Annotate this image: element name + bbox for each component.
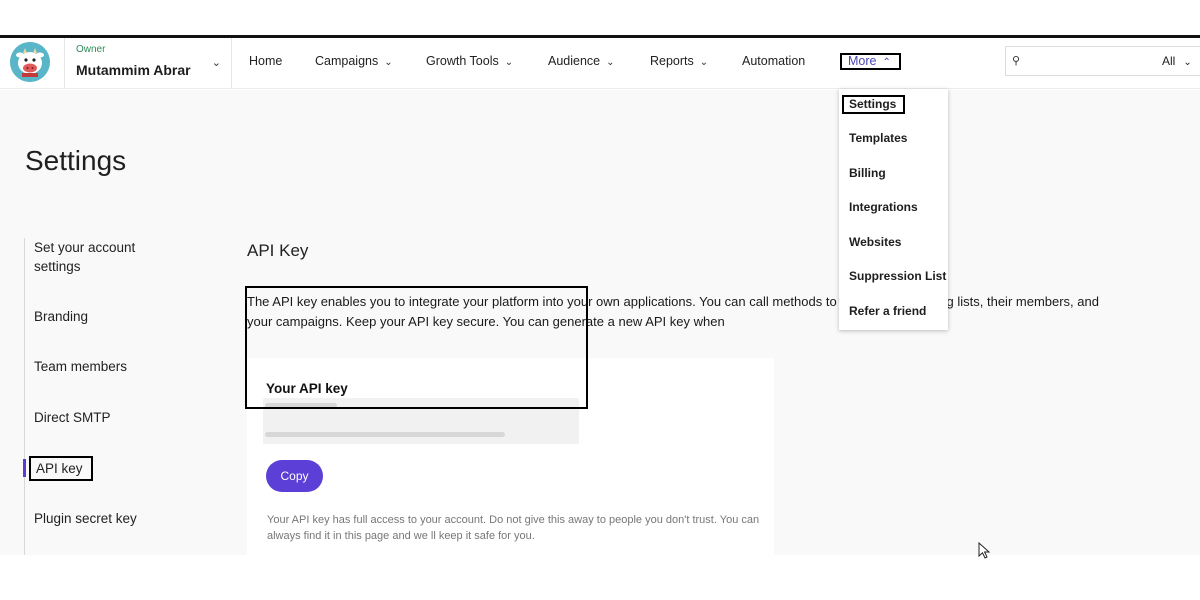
menu-item-billing[interactable]: Billing [849, 166, 886, 180]
mouse-cursor-icon [978, 542, 991, 559]
sidebar-item-account-settings[interactable]: Set your account settings [34, 238, 164, 276]
account-name: Mutammim Abrar [76, 62, 191, 78]
chevron-down-icon: ⌄ [384, 57, 393, 68]
search-box: ⚲ All ⌄ [1005, 46, 1200, 76]
chevron-down-icon: ⌄ [699, 57, 709, 68]
nav-more[interactable]: More ⌃ [848, 54, 891, 68]
more-dropdown-menu: Settings Templates Billing Integrations … [839, 89, 948, 330]
page-title: Settings [25, 145, 127, 176]
nav-automation[interactable]: Automation [742, 54, 805, 68]
chevron-down-icon: ⌄ [606, 57, 615, 68]
nav-home[interactable]: Home [249, 54, 282, 68]
chevron-down-icon: ⌄ [504, 57, 514, 68]
menu-item-templates[interactable]: Templates [849, 131, 907, 145]
nav-campaigns-label: Campaigns [315, 54, 379, 68]
app-window: Owner Mutammim Abrar ⌄ Home Campaigns ⌄ G… [0, 0, 1200, 600]
nav-audience[interactable]: Audience ⌄ [548, 54, 615, 68]
nav-more-label: More [848, 54, 877, 68]
menu-item-websites[interactable]: Websites [849, 235, 901, 249]
api-key-highlight [245, 286, 588, 409]
menu-item-suppression-list[interactable]: Suppression List [849, 269, 946, 283]
nav-growth-tools[interactable]: Growth Tools ⌄ [426, 54, 513, 68]
nav-campaigns[interactable]: Campaigns ⌄ [315, 54, 393, 68]
sidebar-api-key-highlight [29, 456, 93, 481]
chevron-down-icon: ⌄ [211, 57, 221, 69]
sidebar-active-indicator [23, 459, 26, 477]
cow-mascot-logo-icon[interactable] [10, 42, 50, 82]
nav-automation-label: Automation [742, 54, 806, 68]
nav-audience-label: Audience [548, 54, 601, 68]
menu-item-refer-a-friend[interactable]: Refer a friend [849, 304, 926, 318]
search-input[interactable] [1028, 52, 1148, 70]
nav-growth-tools-label: Growth Tools [426, 54, 499, 68]
top-navigation-bar: Owner Mutammim Abrar ⌄ Home Campaigns ⌄ G… [0, 38, 1200, 89]
nav-reports-label: Reports [650, 54, 694, 68]
search-icon: ⚲ [1012, 55, 1021, 67]
copy-api-key-button[interactable]: Copy [266, 460, 323, 492]
sidebar-item-team-members[interactable]: Team members [34, 357, 127, 376]
menu-item-integrations[interactable]: Integrations [849, 200, 918, 214]
api-key-note: Your API key has full access to your acc… [267, 514, 760, 542]
nav-home-label: Home [249, 54, 283, 68]
sidebar-item-branding[interactable]: Branding [34, 307, 88, 326]
sidebar-item-direct-smtp[interactable]: Direct SMTP [34, 408, 111, 427]
account-switcher[interactable]: Owner Mutammim Abrar ⌄ [64, 38, 232, 89]
nav-reports[interactable]: Reports ⌄ [650, 54, 708, 68]
menu-settings-highlight [842, 95, 905, 114]
chevron-up-icon: ⌃ [882, 57, 891, 68]
account-role: Owner [76, 44, 106, 55]
search-scope-label: All [1162, 54, 1176, 68]
section-title: API Key [247, 241, 309, 260]
sidebar-divider [24, 238, 25, 555]
settings-page: Settings Set your account settings Brand… [0, 90, 1200, 555]
sidebar-item-plugin-secret-key[interactable]: Plugin secret key [34, 509, 137, 528]
search-scope-select[interactable]: All ⌄ [1162, 54, 1192, 68]
chevron-down-icon: ⌄ [1183, 57, 1192, 68]
